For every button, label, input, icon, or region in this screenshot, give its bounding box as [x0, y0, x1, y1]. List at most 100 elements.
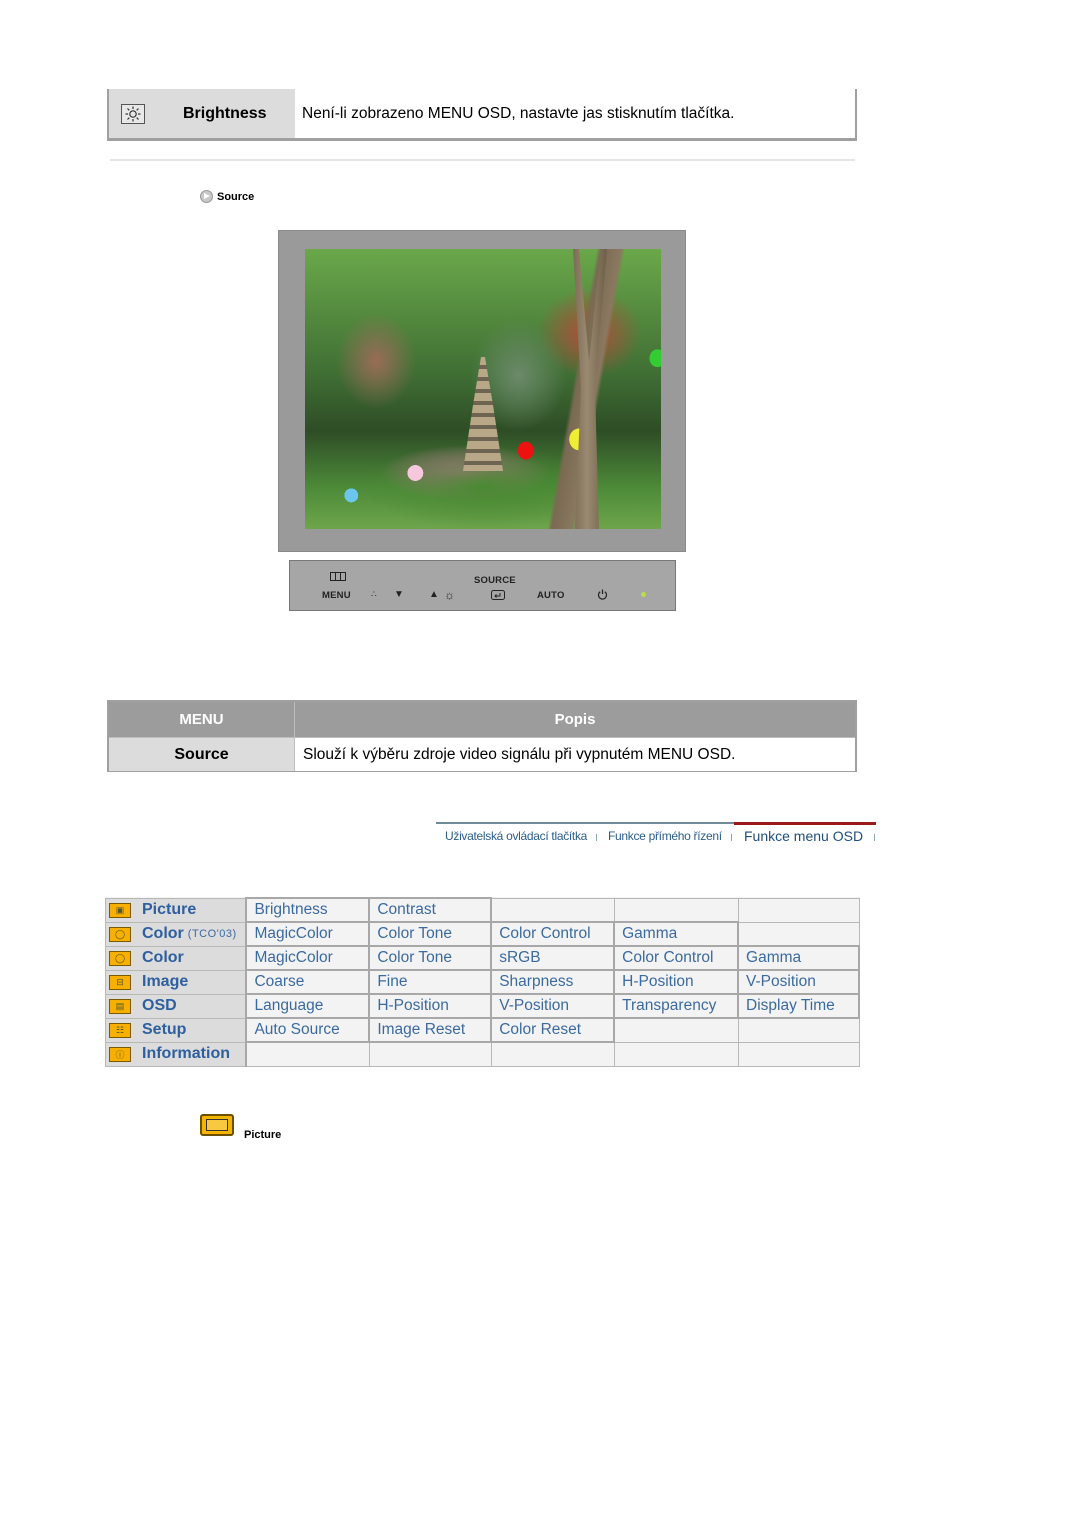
setup-icon: ☷	[109, 1022, 131, 1038]
osd-item-link[interactable]: Sharpness	[490, 969, 616, 995]
down-triangle-icon[interactable]: ▼	[394, 589, 404, 600]
osd-category[interactable]: ◯ Color	[109, 949, 245, 967]
osd-category-label[interactable]: Setup	[142, 1021, 186, 1039]
osd-item-link[interactable]: MagicColor	[245, 945, 371, 971]
osd-menu-row: ◯ Color MagicColor Color Tone sRGB Color Cont…	[105, 945, 860, 971]
osd-menu-table: ▣ Picture Brightness Contrast ◯ Color (TCO'03)…	[105, 897, 860, 1067]
osd-menu-row: ▤ OSD Language H-Position V-Position Transpar…	[105, 993, 860, 1019]
osd-item-link[interactable]: Color Control	[613, 945, 740, 971]
osd-item-link[interactable]: Display Time	[737, 993, 860, 1019]
osd-empty-cell	[490, 897, 615, 923]
enter-icon[interactable]	[491, 590, 505, 603]
osd-category-label[interactable]: Image	[142, 973, 188, 991]
brightness-description: Není-li zobrazeno MENU OSD, nastavte jas…	[302, 104, 735, 122]
osd-menu-row: ▣ Picture Brightness Contrast	[105, 897, 860, 923]
osd-item-link[interactable]: H-Position	[613, 969, 740, 995]
section-nav: Uživatelská ovládací tlačítka Funkce pří…	[436, 822, 876, 852]
tab-user-controls[interactable]: Uživatelská ovládací tlačítka	[445, 829, 587, 843]
color-icon: ◯	[109, 926, 131, 942]
information-icon: ⓘ	[109, 1046, 131, 1062]
osd-item-link[interactable]: V-Position	[490, 993, 616, 1019]
osd-item-link[interactable]: Brightness	[245, 897, 371, 923]
osd-empty-cell	[613, 1017, 739, 1043]
source-link[interactable]: Source	[200, 190, 254, 203]
tab-direct-functions[interactable]: Funkce přímého řízení	[608, 829, 722, 843]
picture-link-label[interactable]: Picture	[244, 1129, 281, 1141]
osd-category[interactable]: ◯ Color (TCO'03)	[109, 925, 245, 943]
osd-item-link[interactable]: H-Position	[368, 993, 493, 1019]
row-description: Slouží k výběru zdroje video signálu při…	[295, 738, 855, 771]
osd-category[interactable]: ☷ Setup	[109, 1021, 245, 1039]
osd-empty-cell	[737, 1017, 860, 1043]
monitor-button-panel: MENU ∴ ▼ ▲ ☼ SOURCE AUTO	[289, 560, 676, 611]
magicbright-icon[interactable]: ∴	[371, 589, 377, 600]
osd-category[interactable]: ⓘ Information	[109, 1045, 245, 1063]
osd-menu-row: ◯ Color (TCO'03) MagicColor Color Tone Color …	[105, 921, 860, 947]
osd-category-label[interactable]: Color	[142, 949, 184, 967]
osd-item-link[interactable]: Fine	[368, 969, 493, 995]
osd-item-link[interactable]: Image Reset	[368, 1017, 493, 1043]
osd-category[interactable]: ▣ Picture	[109, 901, 245, 919]
osd-category-cell[interactable]: ⓘ Information	[105, 1041, 248, 1067]
osd-category-cell[interactable]: ▤ OSD	[105, 993, 248, 1019]
menu-description-table: MENU Popis Source Slouží k výběru zdroje…	[107, 700, 857, 772]
power-icon[interactable]	[597, 589, 608, 603]
brightness-icon[interactable]: ☼	[444, 588, 455, 602]
osd-empty-cell	[613, 897, 739, 923]
osd-item-link[interactable]: Transparency	[613, 993, 740, 1019]
osd-category-sublabel: (TCO'03)	[187, 928, 237, 940]
osd-item-link[interactable]: Contrast	[368, 897, 493, 923]
tab-osd-functions[interactable]: Funkce menu OSD	[744, 828, 863, 844]
menu-button-label[interactable]: MENU	[322, 590, 351, 601]
osd-item-link[interactable]: Color Tone	[368, 945, 493, 971]
osd-empty-cell	[245, 1041, 370, 1067]
osd-category-label[interactable]: OSD	[142, 997, 177, 1015]
osd-empty-cell	[368, 1041, 492, 1067]
tree-trunk-shape	[573, 249, 607, 529]
osd-item-link[interactable]: Coarse	[245, 969, 371, 995]
osd-empty-cell	[737, 1041, 860, 1067]
menu-icon	[330, 572, 346, 584]
nav-top-line	[436, 822, 736, 824]
nav-active-indicator	[734, 822, 876, 825]
picture-icon	[200, 1114, 234, 1136]
osd-category-cell[interactable]: ⊟ Image	[105, 969, 248, 995]
osd-item-link[interactable]: Language	[245, 993, 371, 1019]
osd-item-link[interactable]: Color Reset	[490, 1017, 616, 1043]
osd-menu-row: ⊟ Image Coarse Fine Sharpness H-Position V-Pos…	[105, 969, 860, 995]
osd-empty-cell	[737, 897, 860, 923]
monitor-image	[278, 230, 686, 552]
osd-category[interactable]: ▤ OSD	[109, 997, 245, 1015]
osd-item-link[interactable]: Gamma	[613, 921, 740, 947]
osd-category-cell[interactable]: ☷ Setup	[105, 1017, 248, 1043]
osd-category-label[interactable]: Information	[142, 1045, 230, 1063]
brightness-row: Brightness Není-li zobrazeno MENU OSD, n…	[107, 89, 857, 141]
osd-category-cell[interactable]: ◯ Color	[105, 945, 248, 971]
osd-item-link[interactable]: Gamma	[737, 945, 860, 971]
pagoda-shape	[463, 357, 503, 471]
source-button-label[interactable]: SOURCE	[474, 575, 516, 586]
nav-separator	[596, 834, 597, 841]
osd-item-link[interactable]: V-Position	[737, 969, 860, 995]
osd-category[interactable]: ⊟ Image	[109, 973, 245, 991]
osd-category-cell[interactable]: ▣ Picture	[105, 897, 248, 923]
osd-empty-cell	[737, 921, 860, 947]
osd-category-label[interactable]: Picture	[142, 901, 196, 919]
nav-separator	[874, 834, 875, 841]
picture-link[interactable]: Picture	[200, 1114, 281, 1141]
up-triangle-icon[interactable]: ▲	[429, 589, 439, 600]
auto-button-label[interactable]: AUTO	[537, 590, 565, 601]
brightness-label-cell: Brightness	[109, 89, 295, 138]
osd-category-label[interactable]: Color	[142, 925, 184, 943]
osd-category-cell[interactable]: ◯ Color (TCO'03)	[105, 921, 248, 947]
osd-item-link[interactable]: Color Tone	[368, 921, 493, 947]
osd-item-link[interactable]: sRGB	[490, 945, 616, 971]
nav-separator	[731, 834, 732, 841]
divider	[110, 159, 855, 161]
osd-item-link[interactable]: MagicColor	[245, 921, 371, 947]
osd-item-link[interactable]: Color Control	[490, 921, 616, 947]
header-description: Popis	[554, 711, 596, 728]
picture-icon: ▣	[109, 902, 131, 918]
osd-item-link[interactable]: Auto Source	[245, 1017, 371, 1043]
source-link-label[interactable]: Source	[217, 191, 254, 203]
